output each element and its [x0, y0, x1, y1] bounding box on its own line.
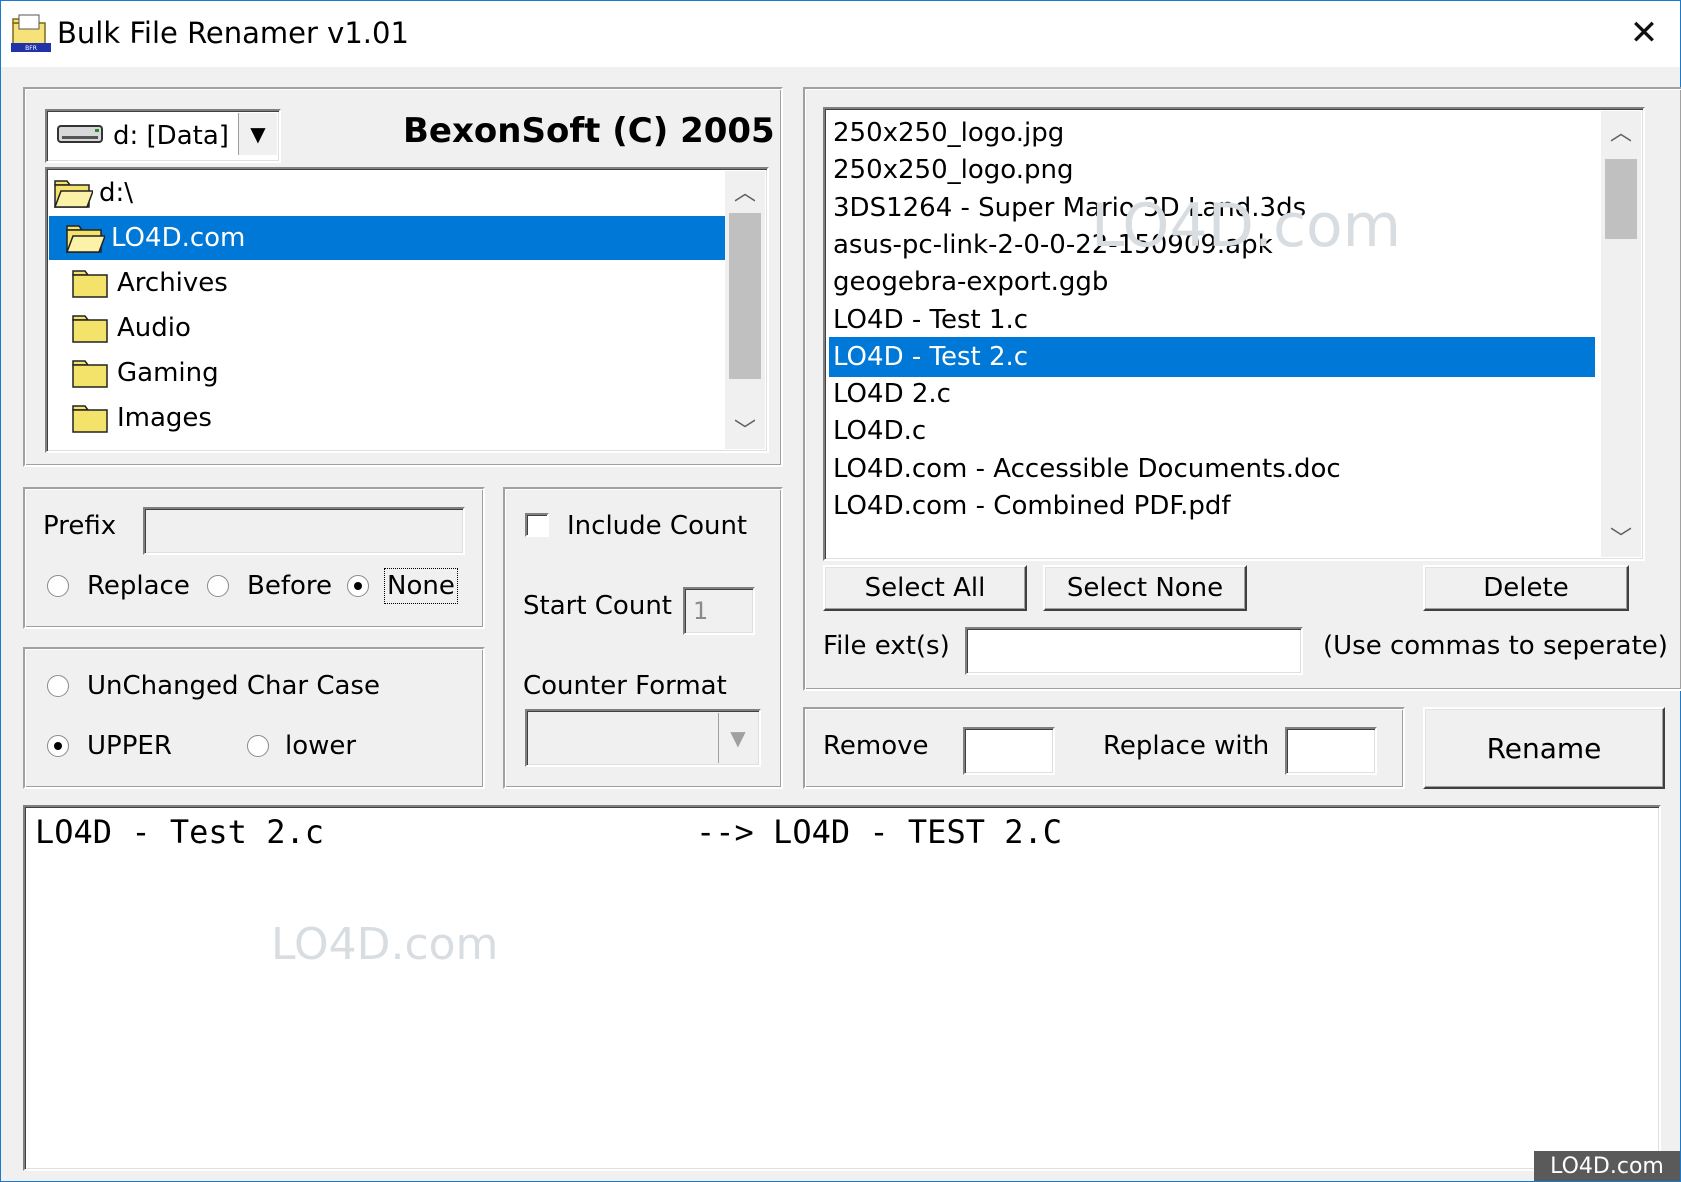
- file-item[interactable]: LO4D.c: [829, 411, 1595, 451]
- watermark-preview: LO4D.com: [271, 919, 499, 970]
- file-item[interactable]: LO4D - Test 1.c: [829, 300, 1595, 340]
- preview-line: LO4D - Test 2.c --> LO4D - TEST 2.C: [35, 813, 1062, 851]
- hard-drive-icon: [57, 125, 103, 143]
- file-ext-hint: (Use commas to seperate): [1323, 631, 1668, 661]
- svg-text:BFR: BFR: [25, 45, 37, 52]
- corner-watermark-badge: LO4D.com: [1534, 1151, 1680, 1181]
- directory-item[interactable]: Archives: [49, 261, 725, 305]
- window-title: Bulk File Renamer v1.01: [57, 16, 409, 50]
- remove-label: Remove: [823, 731, 929, 761]
- upper-case-radio[interactable]: [47, 735, 69, 757]
- scroll-down-icon[interactable]: ﹀: [1601, 517, 1641, 557]
- file-ext-input[interactable]: [965, 627, 1303, 675]
- watermark-files: LO4D.com: [1091, 191, 1402, 261]
- folder-icon: [72, 405, 108, 433]
- file-item[interactable]: geogebra-export.ggb: [829, 262, 1595, 302]
- prefix-none-label[interactable]: None: [384, 568, 458, 604]
- start-count-label: Start Count: [523, 591, 672, 621]
- drive-dropdown-button[interactable]: ▼: [238, 113, 277, 155]
- prefix-replace-label[interactable]: Replace: [87, 571, 190, 601]
- rename-button[interactable]: Rename: [1423, 707, 1665, 789]
- title-bar[interactable]: BFR Bulk File Renamer v1.01 ✕: [1, 1, 1680, 67]
- select-none-button[interactable]: Select None: [1043, 565, 1247, 611]
- scroll-down-icon[interactable]: ﹀: [725, 409, 765, 449]
- app-folder-icon: BFR: [11, 14, 51, 52]
- prefix-none-radio[interactable]: [347, 575, 369, 597]
- unchanged-case-radio[interactable]: [47, 675, 69, 697]
- brand-label: BexonSoft (C) 2005: [403, 111, 775, 151]
- counter-format-select[interactable]: ▼: [525, 709, 761, 767]
- chevron-down-icon: ▼: [250, 122, 266, 146]
- directory-scrollbar[interactable]: ︿ ﹀: [725, 171, 765, 449]
- file-item[interactable]: LO4D 2.c: [829, 374, 1595, 414]
- char-case-group: [23, 647, 485, 789]
- scroll-thumb[interactable]: [1605, 159, 1637, 239]
- prefix-before-label[interactable]: Before: [247, 571, 332, 601]
- preview-original: LO4D - Test 2.c: [35, 813, 324, 851]
- directory-item[interactable]: Audio: [49, 306, 725, 350]
- scroll-thumb[interactable]: [729, 213, 761, 379]
- lower-case-radio[interactable]: [247, 735, 269, 757]
- prefix-input[interactable]: [143, 507, 465, 555]
- remove-input[interactable]: [963, 727, 1055, 775]
- start-count-value: 1: [693, 597, 709, 625]
- file-item[interactable]: LO4D.com - Combined PDF.pdf: [829, 486, 1595, 526]
- file-list[interactable]: 250x250_logo.jpg 250x250_logo.png 3DS1264 …: [823, 107, 1645, 561]
- file-item[interactable]: LO4D.com - Accessible Documents.doc: [829, 449, 1595, 489]
- drive-value: d: [Data]: [113, 121, 229, 151]
- select-all-button[interactable]: Select All: [823, 565, 1027, 611]
- preview-arrow: -->: [695, 813, 754, 851]
- file-item[interactable]: LO4D - Test 2.c: [829, 336, 1595, 377]
- delete-button[interactable]: Delete: [1423, 565, 1629, 611]
- directory-label: Archives: [117, 268, 228, 298]
- app-window: BFR Bulk File Renamer v1.01 ✕ d: [Data] …: [0, 0, 1681, 1182]
- replace-with-label: Replace with: [1103, 731, 1270, 761]
- counter-format-label: Counter Format: [523, 671, 727, 701]
- scroll-up-icon[interactable]: ︿: [725, 171, 765, 211]
- unchanged-case-label[interactable]: UnChanged Char Case: [87, 671, 380, 701]
- close-button[interactable]: ✕: [1618, 7, 1670, 59]
- prefix-label: Prefix: [43, 511, 117, 541]
- include-count-label[interactable]: Include Count: [567, 511, 747, 541]
- file-ext-label: File ext(s): [823, 631, 950, 661]
- directory-label: Audio: [117, 313, 191, 343]
- file-scrollbar[interactable]: ︿ ﹀: [1601, 111, 1641, 557]
- directory-label: LO4D.com: [111, 223, 246, 253]
- directory-item[interactable]: d:\: [49, 171, 725, 215]
- directory-list[interactable]: d:\ LO4D.com Archives Audio Gaming Images ︿ ﹀: [45, 167, 769, 453]
- file-item[interactable]: 250x250_logo.png: [829, 150, 1595, 190]
- counter-format-dropdown-button[interactable]: ▼: [718, 713, 757, 763]
- prefix-before-radio[interactable]: [207, 575, 229, 597]
- folder-icon: [72, 315, 108, 343]
- include-count-checkbox[interactable]: [525, 513, 549, 537]
- directory-item[interactable]: Gaming: [49, 351, 725, 395]
- lower-case-label[interactable]: lower: [285, 731, 356, 761]
- scroll-up-icon[interactable]: ︿: [1601, 111, 1641, 151]
- folder-icon: [72, 360, 108, 388]
- rename-preview: LO4D - Test 2.c --> LO4D - TEST 2.C: [23, 805, 1661, 1171]
- directory-item[interactable]: LO4D.com: [49, 216, 725, 260]
- folder-icon: [72, 270, 108, 298]
- close-icon: ✕: [1629, 13, 1659, 53]
- start-count-input[interactable]: 1: [683, 587, 755, 635]
- open-folder-icon: [65, 225, 105, 253]
- file-item[interactable]: 250x250_logo.jpg: [829, 113, 1595, 153]
- directory-label: Gaming: [117, 358, 219, 388]
- directory-label: Images: [117, 403, 212, 433]
- directory-label: d:\: [99, 178, 134, 208]
- directory-item[interactable]: Images: [49, 396, 725, 440]
- replace-with-input[interactable]: [1285, 727, 1377, 775]
- open-folder-icon: [53, 180, 93, 208]
- preview-renamed: LO4D - TEST 2.C: [773, 813, 1063, 851]
- upper-case-label[interactable]: UPPER: [87, 731, 172, 761]
- drive-select[interactable]: d: [Data] ▼: [45, 109, 281, 163]
- prefix-replace-radio[interactable]: [47, 575, 69, 597]
- chevron-down-icon: ▼: [730, 726, 746, 750]
